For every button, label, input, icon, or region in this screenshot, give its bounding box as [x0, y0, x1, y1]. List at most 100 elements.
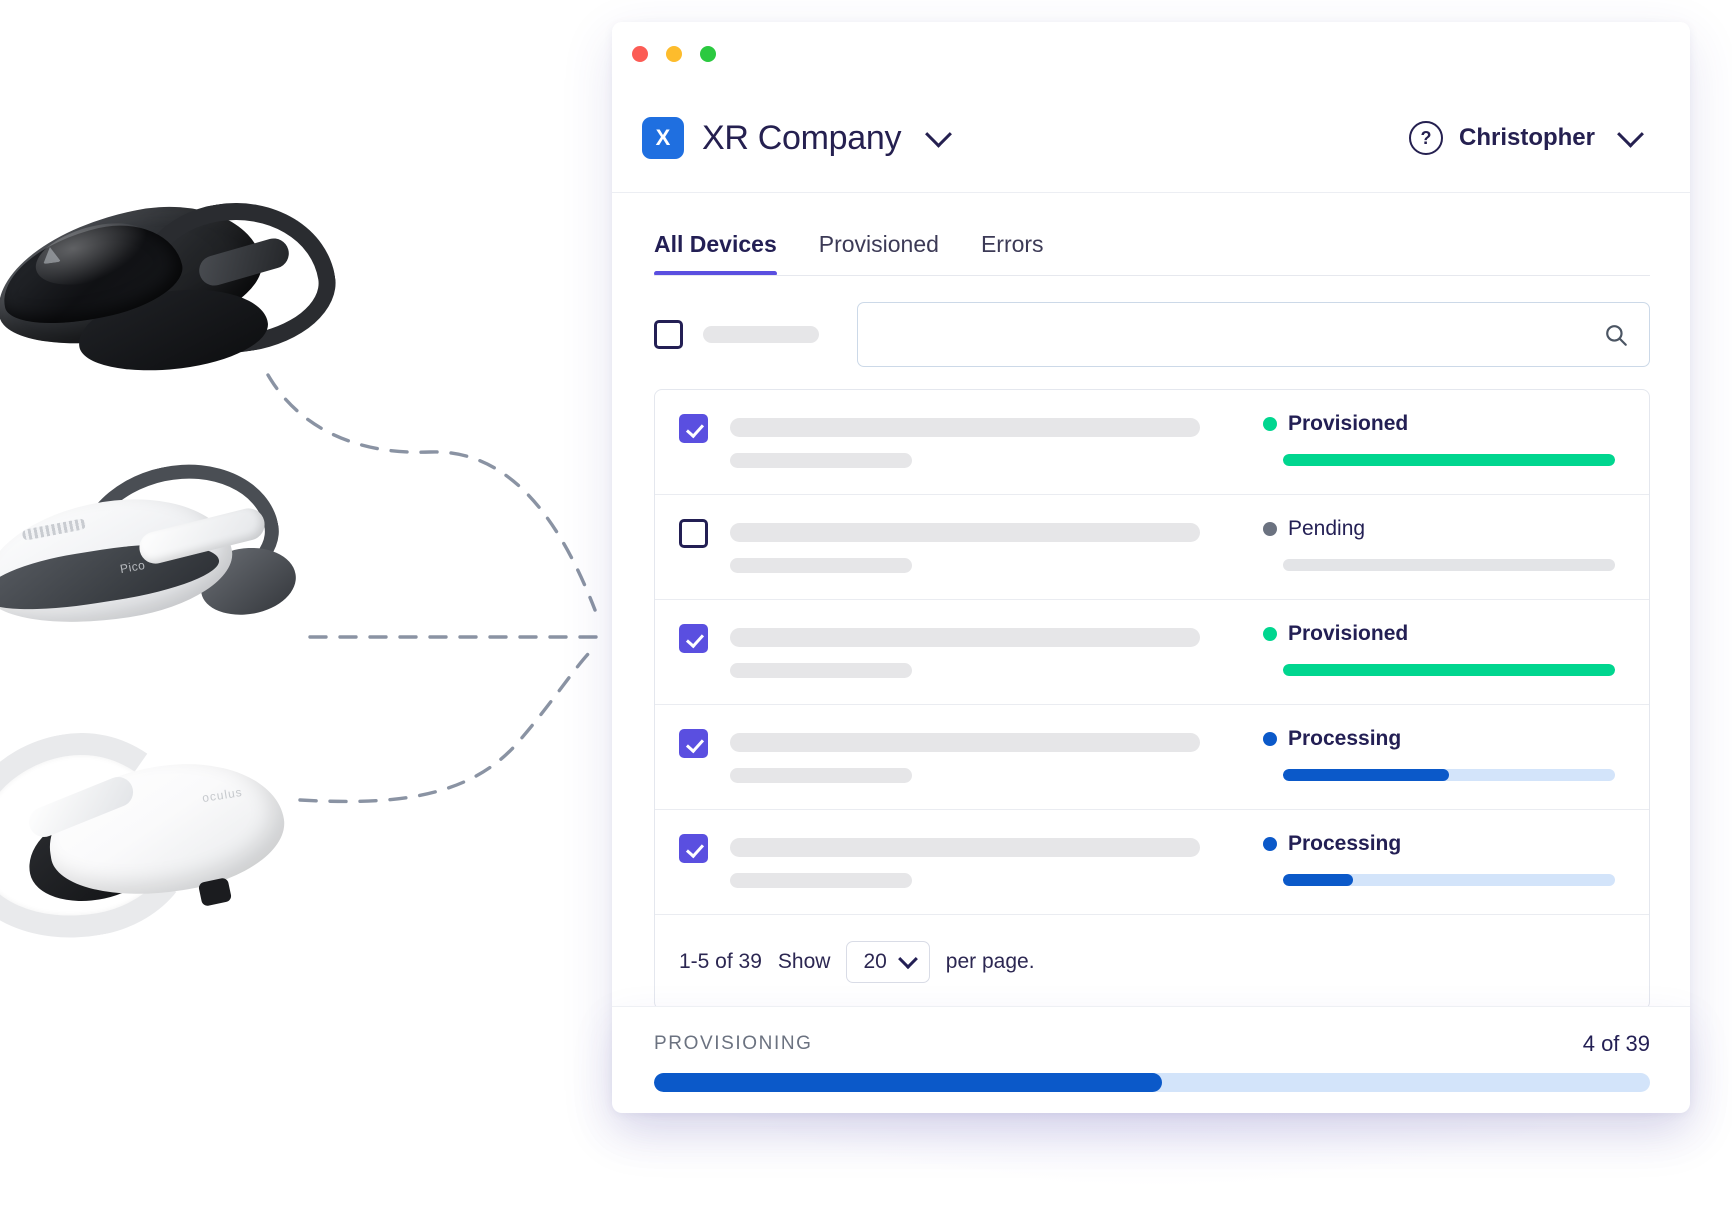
pagination-bar: 1-5 of 39 Show 20 per page.	[655, 915, 1649, 1009]
search-field[interactable]	[857, 302, 1650, 367]
row-progress-fill	[1283, 664, 1615, 676]
brand-name: XR Company	[702, 119, 901, 158]
row-select-checkbox[interactable]	[679, 519, 708, 548]
app-header: X XR Company ? Christopher	[612, 84, 1690, 193]
per-page-chevron-down-icon	[898, 949, 918, 969]
window-titlebar	[612, 22, 1690, 84]
status-dot-icon	[1263, 627, 1277, 641]
device-rows: Provisioned Pending Provisioned Processing P…	[655, 390, 1649, 915]
select-all-label-placeholder	[703, 326, 819, 343]
row-progress-fill	[1283, 874, 1353, 886]
table-row[interactable]: Processing	[655, 705, 1649, 810]
row-primary-placeholder	[730, 418, 1200, 437]
list-toolbar	[612, 276, 1690, 389]
row-primary-placeholder	[730, 628, 1200, 647]
row-primary-placeholder	[730, 523, 1200, 542]
row-progress-track	[1283, 874, 1615, 886]
table-row[interactable]: Provisioned	[655, 390, 1649, 495]
brand-chevron-down-icon[interactable]	[919, 125, 958, 152]
row-secondary-placeholder	[730, 453, 912, 468]
status-label: Processing	[1288, 832, 1401, 856]
app-window: X XR Company ? Christopher All Devices P…	[612, 22, 1690, 1112]
status-label: Provisioned	[1288, 412, 1408, 436]
status-badge: Processing	[1263, 727, 1615, 751]
row-text-placeholders	[730, 624, 1263, 678]
close-window-button[interactable]	[632, 46, 648, 62]
status-label: Processing	[1288, 727, 1401, 751]
window-controls	[632, 46, 716, 62]
provisioning-label: PROVISIONING	[654, 1033, 813, 1055]
row-text-placeholders	[730, 414, 1263, 468]
device-illustration-panel: Pico oculus	[0, 0, 620, 1205]
status-label: Provisioned	[1288, 622, 1408, 646]
row-main	[679, 517, 1263, 573]
select-all-checkbox[interactable]	[654, 320, 683, 349]
status-badge: Pending	[1263, 517, 1615, 541]
status-badge: Provisioned	[1263, 622, 1615, 646]
row-main	[679, 412, 1263, 468]
row-status: Pending	[1263, 517, 1615, 571]
status-badge: Provisioned	[1263, 412, 1615, 436]
row-text-placeholders	[730, 834, 1263, 888]
row-progress-fill	[1283, 769, 1449, 781]
status-dot-icon	[1263, 522, 1277, 536]
pagination-show-label: Show	[778, 950, 831, 974]
provisioning-status-panel: PROVISIONING 4 of 39	[612, 1006, 1690, 1113]
row-progress-track	[1283, 559, 1615, 571]
user-name: Christopher	[1459, 124, 1595, 152]
provisioning-count: 4 of 39	[1583, 1031, 1650, 1057]
row-select-checkbox[interactable]	[679, 624, 708, 653]
tab-all-devices[interactable]: All Devices	[654, 231, 777, 276]
dashed-connector-lines	[0, 0, 640, 1205]
brand-badge: X	[642, 117, 684, 159]
row-progress-fill	[1283, 454, 1615, 466]
row-select-checkbox[interactable]	[679, 729, 708, 758]
pagination-suffix: per page.	[946, 950, 1035, 974]
tab-errors[interactable]: Errors	[981, 231, 1044, 276]
per-page-select[interactable]: 20	[846, 941, 929, 983]
pagination-range: 1-5 of 39	[679, 950, 762, 974]
brand-switcher[interactable]: X XR Company	[642, 117, 958, 159]
row-primary-placeholder	[730, 838, 1200, 857]
row-status: Processing	[1263, 727, 1615, 781]
row-secondary-placeholder	[730, 768, 912, 783]
user-chevron-down-icon[interactable]	[1611, 125, 1650, 152]
row-status: Provisioned	[1263, 412, 1615, 466]
row-main	[679, 727, 1263, 783]
provisioning-progress-fill	[654, 1073, 1162, 1092]
tab-bar: All Devices Provisioned Errors	[612, 193, 1690, 276]
row-status: Processing	[1263, 832, 1615, 886]
user-menu[interactable]: ? Christopher	[1409, 121, 1650, 155]
minimize-window-button[interactable]	[666, 46, 682, 62]
row-primary-placeholder	[730, 733, 1200, 752]
table-row[interactable]: Processing	[655, 810, 1649, 915]
zoom-window-button[interactable]	[700, 46, 716, 62]
status-dot-icon	[1263, 837, 1277, 851]
help-circle-icon[interactable]: ?	[1409, 121, 1443, 155]
status-dot-icon	[1263, 417, 1277, 431]
table-row[interactable]: Pending	[655, 495, 1649, 600]
row-secondary-placeholder	[730, 873, 912, 888]
row-main	[679, 832, 1263, 888]
device-list: Provisioned Pending Provisioned Processing P…	[654, 389, 1650, 1010]
row-progress-track	[1283, 769, 1615, 781]
row-secondary-placeholder	[730, 663, 912, 678]
search-icon[interactable]	[1603, 322, 1629, 348]
row-status: Provisioned	[1263, 622, 1615, 676]
tab-provisioned[interactable]: Provisioned	[819, 231, 939, 276]
row-progress-track	[1283, 664, 1615, 676]
status-dot-icon	[1263, 732, 1277, 746]
per-page-value: 20	[863, 950, 886, 974]
tab-bar-divider	[654, 275, 1650, 276]
row-select-checkbox[interactable]	[679, 834, 708, 863]
status-badge: Processing	[1263, 832, 1615, 856]
status-label: Pending	[1288, 517, 1365, 541]
provisioning-progress-track	[654, 1073, 1650, 1092]
table-row[interactable]: Provisioned	[655, 600, 1649, 705]
provisioning-header: PROVISIONING 4 of 39	[612, 1007, 1690, 1057]
row-select-checkbox[interactable]	[679, 414, 708, 443]
search-input[interactable]	[878, 302, 1603, 367]
row-main	[679, 622, 1263, 678]
row-secondary-placeholder	[730, 558, 912, 573]
row-progress-track	[1283, 454, 1615, 466]
